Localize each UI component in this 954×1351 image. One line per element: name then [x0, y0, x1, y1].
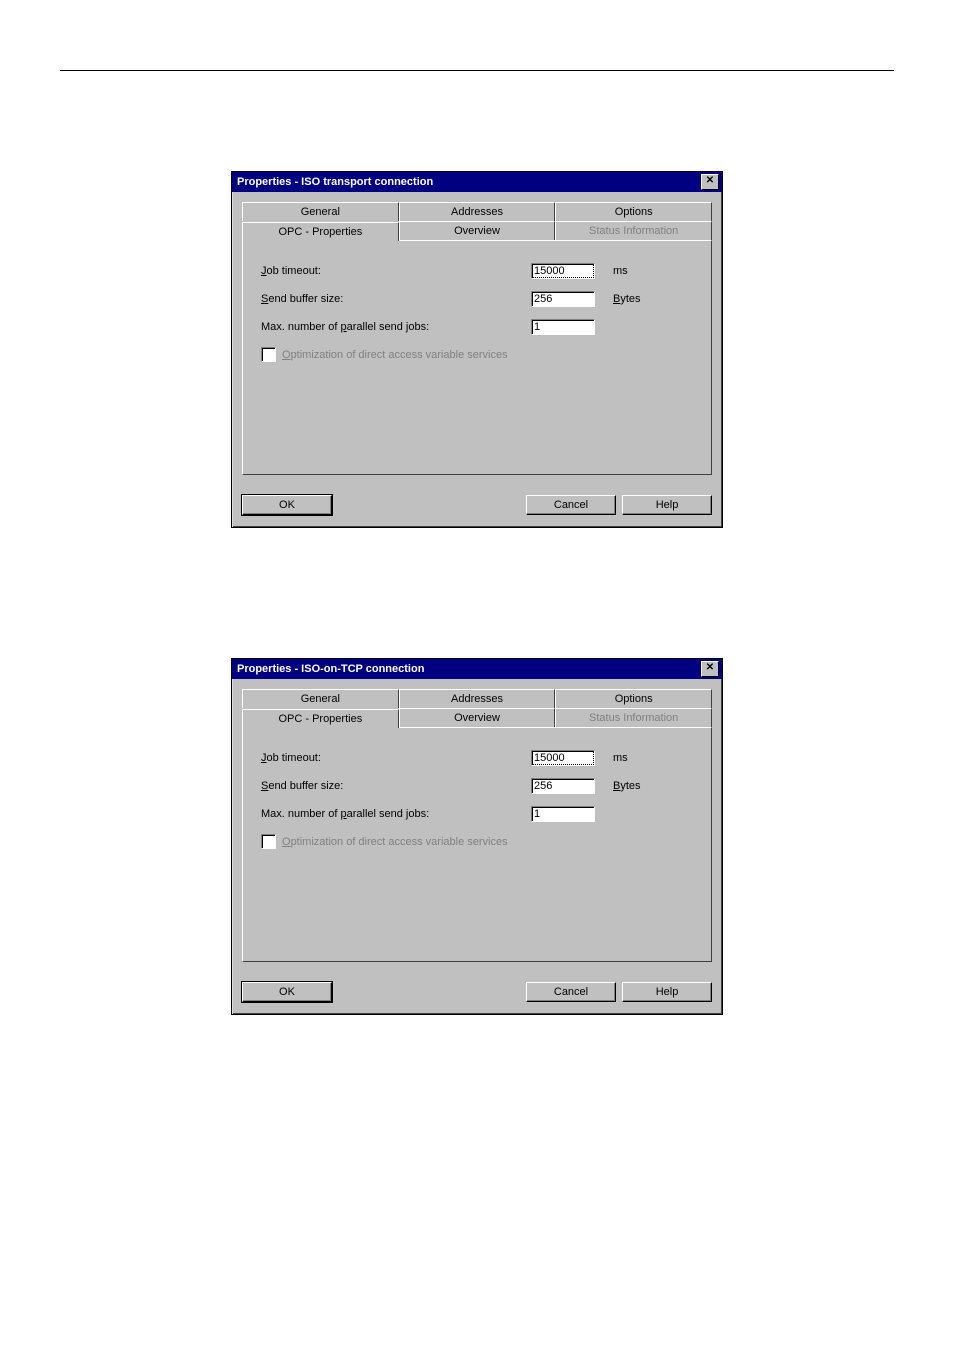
close-icon[interactable]: ✕	[701, 174, 719, 190]
tab-general[interactable]: General	[242, 202, 399, 221]
label-parallel: Max. number of parallel send jobs:	[261, 808, 531, 820]
cancel-button[interactable]: Cancel	[526, 495, 616, 515]
close-icon[interactable]: ✕	[701, 661, 719, 677]
tab-bar: General Addresses Options OPC - Properti…	[242, 689, 712, 727]
unit-bytes: Bytes	[613, 780, 641, 792]
header-rule	[60, 70, 894, 71]
parallel-input[interactable]: 1	[531, 319, 595, 335]
dialog-iso-transport: Properties - ISO transport connection ✕ …	[231, 171, 723, 528]
tab-overview[interactable]: Overview	[399, 708, 556, 727]
send-buffer-input[interactable]: 256	[531, 778, 595, 794]
unit-ms: ms	[613, 265, 628, 277]
label-optimization: Optimization of direct access variable s…	[282, 349, 508, 361]
tab-general[interactable]: General	[242, 689, 399, 708]
send-buffer-input[interactable]: 256	[531, 291, 595, 307]
parallel-input[interactable]: 1	[531, 806, 595, 822]
tab-pane: Job timeout: 15000 ms Send buffer size: …	[242, 240, 712, 475]
row-parallel: Max. number of parallel send jobs: 1	[261, 806, 693, 822]
cancel-button[interactable]: Cancel	[526, 982, 616, 1002]
label-optimization: Optimization of direct access variable s…	[282, 836, 508, 848]
tab-status-information: Status Information	[555, 221, 712, 240]
tab-status-information: Status Information	[555, 708, 712, 727]
tab-overview[interactable]: Overview	[399, 221, 556, 240]
dialog-iso-on-tcp: Properties - ISO-on-TCP connection ✕ Gen…	[231, 658, 723, 1015]
tab-addresses[interactable]: Addresses	[399, 202, 556, 221]
unit-ms: ms	[613, 752, 628, 764]
tab-options[interactable]: Options	[555, 689, 712, 708]
help-button[interactable]: Help	[622, 495, 712, 515]
row-job-timeout: Job timeout: 15000 ms	[261, 263, 693, 279]
job-timeout-input[interactable]: 15000	[531, 750, 595, 766]
tab-bar: General Addresses Options OPC - Properti…	[242, 202, 712, 240]
unit-bytes: Bytes	[613, 293, 641, 305]
tab-addresses[interactable]: Addresses	[399, 689, 556, 708]
label-job-timeout: Job timeout:	[261, 752, 531, 764]
label-send-buffer: Send buffer size:	[261, 293, 531, 305]
tab-pane: Job timeout: 15000 ms Send buffer size: …	[242, 727, 712, 962]
tab-opc-properties[interactable]: OPC - Properties	[242, 222, 399, 241]
label-send-buffer: Send buffer size:	[261, 780, 531, 792]
help-button[interactable]: Help	[622, 982, 712, 1002]
row-send-buffer: Send buffer size: 256 Bytes	[261, 291, 693, 307]
optimization-checkbox	[261, 347, 276, 362]
ok-button[interactable]: OK	[242, 495, 332, 515]
titlebar: Properties - ISO-on-TCP connection ✕	[232, 659, 722, 679]
tab-options[interactable]: Options	[555, 202, 712, 221]
row-optimization: Optimization of direct access variable s…	[261, 347, 693, 362]
row-job-timeout: Job timeout: 15000 ms	[261, 750, 693, 766]
tab-opc-properties[interactable]: OPC - Properties	[242, 709, 399, 728]
dialog-title: Properties - ISO-on-TCP connection	[237, 663, 424, 675]
button-row: OK Cancel Help	[232, 972, 722, 1014]
button-row: OK Cancel Help	[232, 485, 722, 527]
ok-button[interactable]: OK	[242, 982, 332, 1002]
titlebar: Properties - ISO transport connection ✕	[232, 172, 722, 192]
optimization-checkbox	[261, 834, 276, 849]
row-parallel: Max. number of parallel send jobs: 1	[261, 319, 693, 335]
label-parallel: Max. number of parallel send jobs:	[261, 321, 531, 333]
row-send-buffer: Send buffer size: 256 Bytes	[261, 778, 693, 794]
job-timeout-input[interactable]: 15000	[531, 263, 595, 279]
dialog-title: Properties - ISO transport connection	[237, 176, 433, 188]
label-job-timeout: Job timeout:	[261, 265, 531, 277]
row-optimization: Optimization of direct access variable s…	[261, 834, 693, 849]
